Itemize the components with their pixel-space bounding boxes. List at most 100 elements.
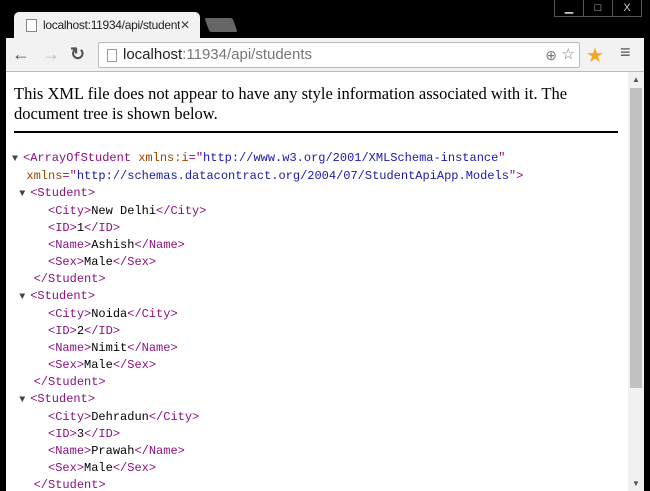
- field-value-id: 1: [76, 221, 85, 235]
- xml-line: ▼ <Student>: [12, 185, 523, 203]
- page-icon: [26, 18, 37, 32]
- close-tag: </City>: [127, 307, 178, 321]
- open-tag: <City>: [48, 204, 92, 218]
- url-path: :11934/api/students: [182, 46, 313, 63]
- collapse-toggle-icon[interactable]: ▼: [19, 186, 30, 203]
- browser-tab[interactable]: localhost:11934/api/students ✕: [14, 12, 200, 38]
- field-value-sex: Male: [84, 358, 113, 372]
- close-tag: </ID>: [84, 221, 121, 235]
- field-value-id: 3: [76, 427, 85, 441]
- collapse-toggle-icon[interactable]: ▼: [12, 151, 23, 168]
- student-open-tag: <Student>: [30, 289, 96, 303]
- page-content: This XML file does not appear to have an…: [6, 72, 628, 491]
- zoom-icon[interactable]: ⊕: [545, 43, 557, 67]
- forward-icon[interactable]: →: [42, 44, 60, 65]
- collapse-toggle-icon[interactable]: ▼: [19, 289, 30, 306]
- open-tag: <ID>: [48, 324, 77, 338]
- back-icon[interactable]: ←: [12, 44, 30, 65]
- close-tag: </Sex>: [112, 358, 157, 372]
- extension-star-icon[interactable]: ★: [586, 43, 604, 68]
- xml-line: <ID>2</ID>: [12, 323, 523, 340]
- close-tag: </Name>: [127, 341, 178, 355]
- new-tab-button[interactable]: [204, 18, 238, 32]
- field-value-sex: Male: [84, 461, 113, 475]
- open-tag: <Name>: [48, 341, 92, 355]
- page-icon: [107, 49, 117, 62]
- close-window-button[interactable]: X: [612, 0, 641, 16]
- field-value-id: 2: [76, 324, 85, 338]
- xml-info-message: This XML file does not appear to have an…: [14, 84, 568, 123]
- xml-line: ▼ <Student>: [12, 391, 523, 409]
- punct: =": [62, 169, 77, 183]
- xml-line: <City>Noida</City>: [12, 306, 523, 323]
- open-tag: <City>: [48, 307, 92, 321]
- address-bar[interactable]: localhost:11934/api/students ⊕ ☆: [98, 42, 580, 68]
- open-tag: <Sex>: [48, 358, 85, 372]
- root-tag: <ArrayOfStudent: [23, 151, 139, 165]
- close-tag: </Sex>: [112, 255, 157, 269]
- scroll-thumb[interactable]: [630, 88, 642, 388]
- toolbar: ← → ↻ localhost:11934/api/students ⊕ ☆ ★…: [6, 38, 644, 72]
- xml-line: <Sex>Male</Sex>: [12, 357, 523, 374]
- xml-line: <Name>Ashish</Name>: [12, 237, 523, 254]
- xml-line: </Student>: [12, 271, 523, 288]
- xml-tree: ▼ <ArrayOfStudent xmlns:i="http://www.w3.…: [12, 150, 523, 491]
- collapse-toggle-icon[interactable]: ▼: [19, 392, 30, 409]
- attr-name: xmlns:i: [138, 151, 189, 165]
- close-tab-icon[interactable]: ✕: [180, 18, 190, 32]
- xml-line: </Student>: [12, 374, 523, 391]
- xml-line: <Name>Nimit</Name>: [12, 340, 523, 357]
- close-tag: </Name>: [134, 444, 185, 458]
- attr-value: http://schemas.datacontract.org/2004/07/…: [76, 169, 509, 183]
- xml-line: </Student>: [12, 477, 523, 491]
- field-value-name: Nimit: [91, 341, 128, 355]
- reload-icon[interactable]: ↻: [70, 44, 85, 65]
- student-open-tag: <Student>: [30, 392, 96, 406]
- attr-name: xmlns: [26, 169, 63, 183]
- field-value-city: Dehradun: [91, 410, 149, 424]
- xml-line: <Name>Prawah</Name>: [12, 443, 523, 460]
- punct: ">: [508, 169, 524, 183]
- open-tag: <ID>: [48, 427, 77, 441]
- close-tag: </ID>: [84, 427, 121, 441]
- open-tag: <ID>: [48, 221, 77, 235]
- minimize-button[interactable]: ▁: [555, 0, 583, 16]
- xml-line: <ID>3</ID>: [12, 426, 523, 443]
- xml-line: <Sex>Male</Sex>: [12, 254, 523, 271]
- open-tag: <Name>: [48, 238, 92, 252]
- xml-line: <City>Dehradun</City>: [12, 409, 523, 426]
- field-value-name: Prawah: [91, 444, 135, 458]
- scroll-down-icon[interactable]: ▼: [632, 479, 640, 488]
- divider: [14, 131, 618, 133]
- close-tag: </City>: [148, 410, 200, 424]
- xml-line: xmlns="http://schemas.datacontract.org/2…: [12, 168, 523, 185]
- window-controls: ▁ □ X: [554, 0, 642, 17]
- field-value-name: Ashish: [91, 238, 135, 252]
- student-close-tag: </Student>: [33, 478, 106, 491]
- close-tag: </ID>: [84, 324, 121, 338]
- field-value-city: New Delhi: [91, 204, 157, 218]
- xml-line: <City>New Delhi</City>: [12, 203, 523, 220]
- maximize-button[interactable]: □: [583, 0, 612, 16]
- field-value-sex: Male: [84, 255, 113, 269]
- field-value-city: Noida: [91, 307, 128, 321]
- scroll-up-icon[interactable]: ▲: [632, 75, 640, 84]
- student-open-tag: <Student>: [30, 186, 96, 200]
- close-tag: </Sex>: [112, 461, 157, 475]
- bookmark-star-icon[interactable]: ☆: [562, 43, 575, 67]
- punct: ": [498, 151, 506, 165]
- close-tag: </City>: [156, 204, 207, 218]
- url-host: localhost: [123, 46, 183, 63]
- menu-icon[interactable]: ≡: [620, 42, 631, 63]
- open-tag: <Sex>: [48, 255, 85, 269]
- punct: =": [188, 151, 204, 165]
- scrollbar[interactable]: ▲ ▼: [628, 72, 644, 491]
- xml-line: ▼ <ArrayOfStudent xmlns:i="http://www.w3.…: [12, 150, 523, 168]
- student-close-tag: </Student>: [33, 272, 106, 286]
- open-tag: <City>: [48, 410, 92, 424]
- close-tag: </Name>: [134, 238, 185, 252]
- xml-line: <ID>1</ID>: [12, 220, 523, 237]
- xml-line: <Sex>Male</Sex>: [12, 460, 523, 477]
- attr-value: http://www.w3.org/2001/XMLSchema-instanc…: [203, 151, 499, 165]
- student-close-tag: </Student>: [33, 375, 106, 389]
